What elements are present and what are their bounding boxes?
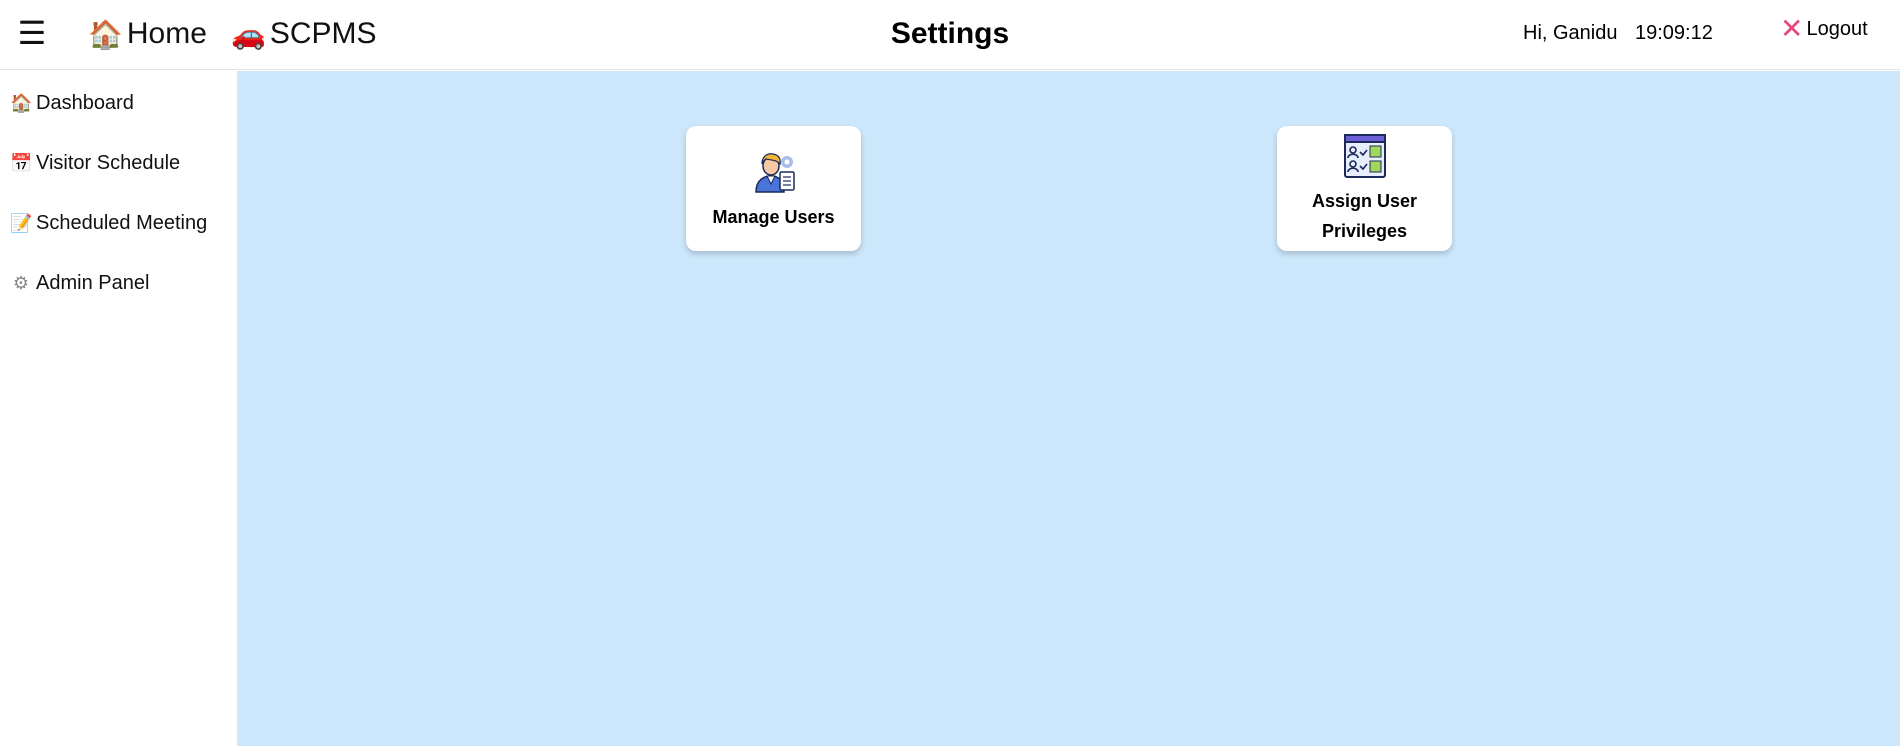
- assign-user-privileges-label: Assign User Privileges: [1311, 191, 1418, 241]
- sidebar-item-label: Dashboard: [36, 91, 134, 114]
- sidebar-item-label: Admin Panel: [36, 271, 150, 294]
- manage-users-label: Manage Users: [712, 207, 835, 227]
- sidebar-item-visitor-schedule[interactable]: 📅 Visitor Schedule: [10, 148, 180, 178]
- logout-button[interactable]: ✕ Logout: [1780, 14, 1868, 44]
- calendar-icon: 📅: [10, 152, 33, 174]
- house-icon: 🏠: [10, 92, 33, 114]
- memo-icon: 📝: [10, 212, 33, 234]
- logout-label: Logout: [1806, 17, 1868, 40]
- sidebar-item-label: Visitor Schedule: [36, 151, 181, 174]
- manage-users-card[interactable]: Manage Users: [686, 126, 861, 251]
- car-icon: 🚗: [231, 17, 266, 51]
- house-icon: 🏠: [88, 17, 123, 51]
- gear-icon: ⚙: [12, 272, 30, 294]
- nav-scpms-link[interactable]: 🚗 SCPMS: [231, 14, 377, 54]
- assign-user-privileges-card[interactable]: Assign User Privileges: [1277, 126, 1452, 251]
- user-greeting: Hi, Ganidu: [1523, 22, 1618, 44]
- close-icon: ✕: [1780, 13, 1804, 44]
- sidebar-item-dashboard[interactable]: 🏠 Dashboard: [10, 88, 134, 118]
- sidebar-item-admin-panel[interactable]: ⚙ Admin Panel: [10, 268, 149, 298]
- sidebar: 🏠 Dashboard 📅 Visitor Schedule 📝 Schedul…: [0, 71, 238, 746]
- nav-scpms-label: SCPMS: [269, 17, 377, 50]
- top-bar: ☰ 🏠 Home 🚗 SCPMS Settings Hi, Ganidu 19:…: [0, 0, 1900, 70]
- clock: 19:09:12: [1635, 22, 1713, 44]
- main-content: Manage Users Assign User Privileges: [238, 71, 1900, 746]
- manage-users-icon: [754, 153, 795, 193]
- nav-home-link[interactable]: 🏠 Home: [88, 14, 207, 54]
- hamburger-icon[interactable]: ☰: [14, 15, 50, 51]
- sidebar-item-scheduled-meeting[interactable]: 📝 Scheduled Meeting: [10, 208, 207, 238]
- nav-home-label: Home: [126, 17, 207, 50]
- user-privileges-icon: [1343, 134, 1386, 178]
- sidebar-item-label: Scheduled Meeting: [36, 211, 208, 234]
